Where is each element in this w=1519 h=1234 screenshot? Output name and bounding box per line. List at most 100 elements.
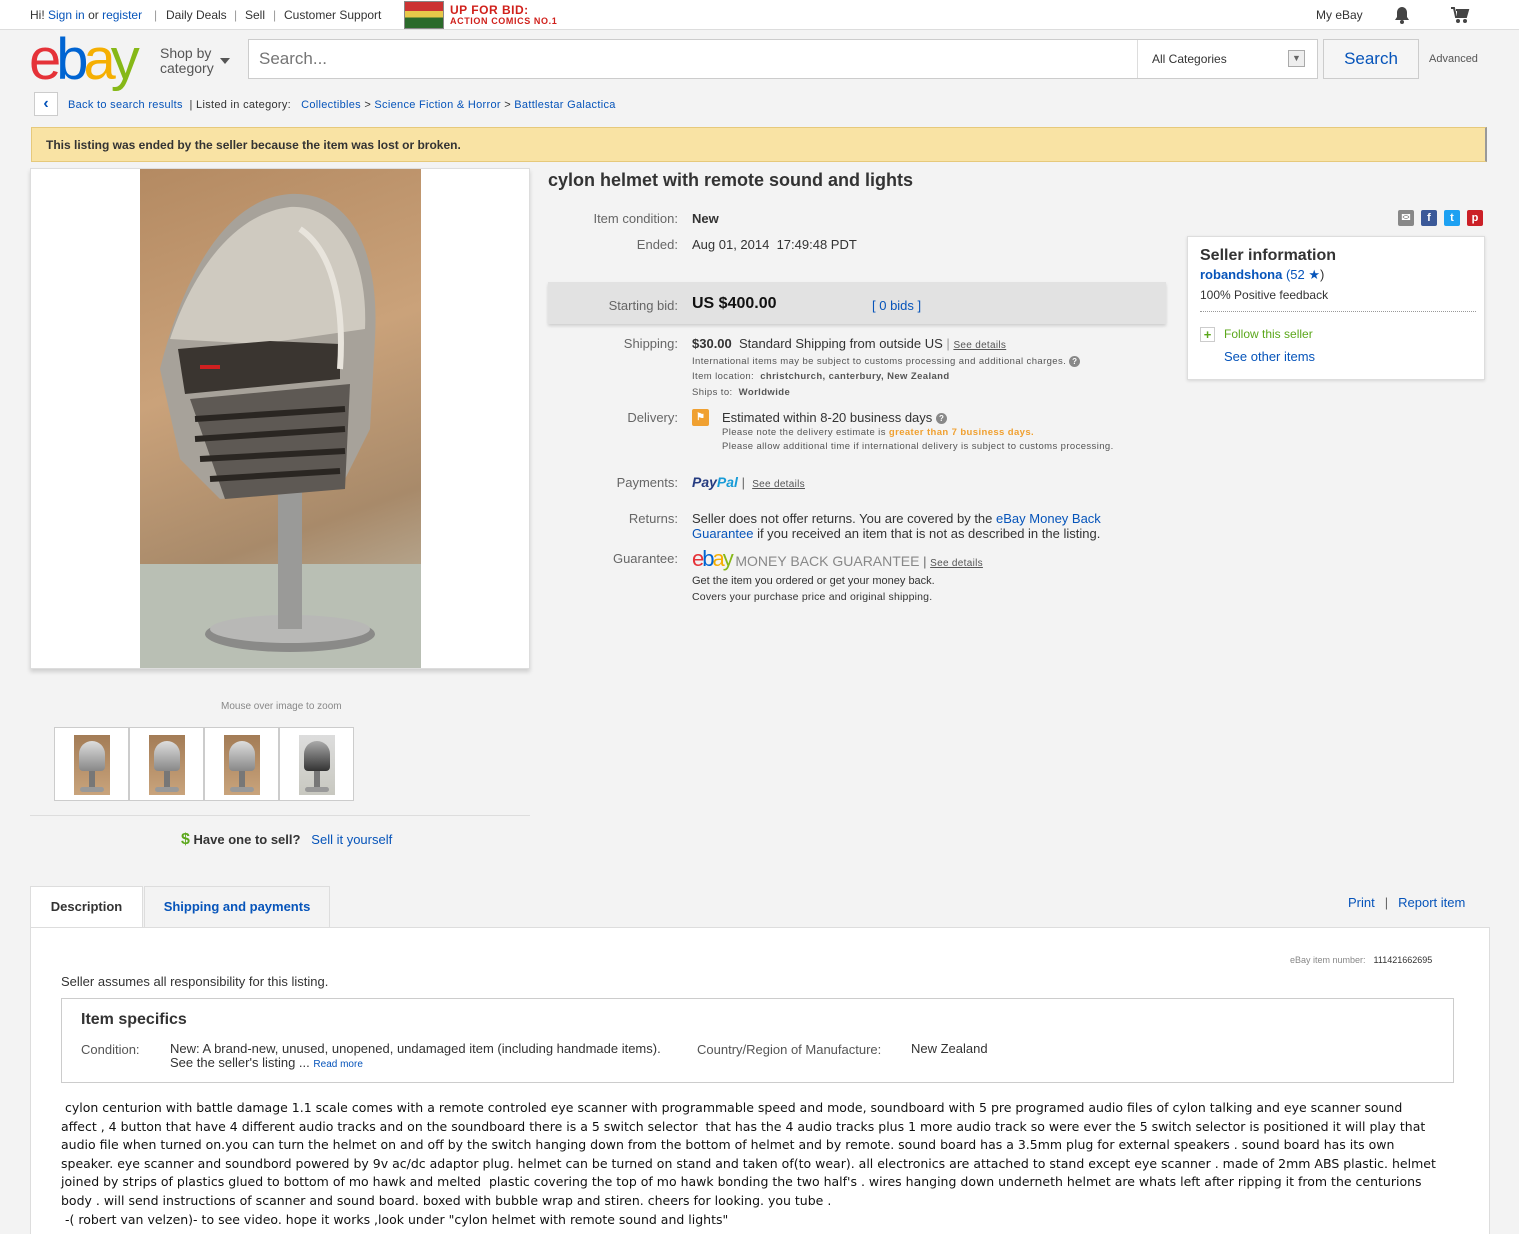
international-note: International items may be subject to cu… xyxy=(692,356,1081,367)
breadcrumb-collectibles[interactable]: Collectibles xyxy=(301,99,361,111)
search-button[interactable]: Search xyxy=(1323,39,1419,79)
help-icon[interactable]: ? xyxy=(935,413,947,425)
feedback-score-link[interactable]: (52 ★ xyxy=(1286,267,1320,282)
listing-ended-banner: This listing was ended by the seller bec… xyxy=(31,127,1487,162)
back-arrow-icon[interactable]: ‹ xyxy=(34,92,58,116)
greeting: Hi! Sign in or register xyxy=(30,8,143,22)
global-header-bar: Hi! Sign in or register | Daily Deals | … xyxy=(0,0,1519,30)
search-bar: All Categories▼ xyxy=(248,39,1318,79)
zoom-hint: Mouse over image to zoom xyxy=(221,701,342,712)
guarantee-line-2: Covers your purchase price and original … xyxy=(692,591,933,603)
item-specifics-title: Item specifics xyxy=(81,1011,187,1028)
ships-to: Ships to: Worldwide xyxy=(692,387,791,398)
starting-bid-value: US $400.00 xyxy=(692,295,777,312)
sell-it-yourself-link[interactable]: Sell it yourself xyxy=(311,832,392,847)
breadcrumb: Back to search results | Listed in categ… xyxy=(68,99,616,111)
print-link[interactable]: Print xyxy=(1348,895,1375,910)
returns-label: Returns: xyxy=(628,511,678,526)
thumbnail-3[interactable] xyxy=(204,727,279,801)
thumbnail-2[interactable] xyxy=(129,727,204,801)
twitter-icon[interactable]: t xyxy=(1444,210,1460,226)
item-title: cylon helmet with remote sound and light… xyxy=(548,170,914,190)
shipping-see-details-link[interactable]: See details xyxy=(953,340,1006,351)
help-icon[interactable]: ? xyxy=(1069,356,1081,367)
payments-label: Payments: xyxy=(616,475,678,490)
register-link[interactable]: register xyxy=(102,8,142,22)
advanced-search-link[interactable]: Advanced xyxy=(1429,53,1478,65)
thumbnail-4[interactable] xyxy=(279,727,354,801)
dollar-icon: $ xyxy=(181,831,190,848)
breadcrumb-scifi-horror[interactable]: Science Fiction & Horror xyxy=(374,99,500,111)
print-report-links: Print | Report item xyxy=(1348,895,1466,910)
divider xyxy=(30,815,530,816)
condition-value: New xyxy=(692,211,719,226)
plus-icon[interactable]: + xyxy=(1200,327,1215,342)
email-icon[interactable]: ✉ xyxy=(1398,210,1414,226)
returns-info: Seller does not offer returns. You are c… xyxy=(692,511,1101,541)
breadcrumb-battlestar-galactica[interactable]: Battlestar Galactica xyxy=(514,99,615,111)
facebook-icon[interactable]: f xyxy=(1421,210,1437,226)
bell-icon[interactable] xyxy=(1394,6,1410,24)
promo-banner[interactable]: UP FOR BID: ACTION COMICS NO.1 xyxy=(404,0,564,30)
positive-feedback: 100% Positive feedback xyxy=(1200,288,1329,302)
my-ebay-link[interactable]: My eBay xyxy=(1316,8,1363,22)
listed-in-label: | Listed in category: xyxy=(189,99,292,111)
guarantee-badge: ebay MONEY BACK GUARANTEE | See details xyxy=(692,546,983,571)
comic-cover-thumbnail xyxy=(404,1,444,29)
tab-description[interactable]: Description xyxy=(30,886,143,928)
payments-see-details-link[interactable]: See details xyxy=(752,479,805,490)
sign-in-link[interactable]: Sign in xyxy=(48,8,85,22)
breadcrumb-separator: > xyxy=(504,99,511,111)
star-icon: ★ xyxy=(1308,267,1321,282)
delivery-note-2: Please allow additional time if internat… xyxy=(722,441,1114,452)
bid-count-link[interactable]: [ 0 bids ] xyxy=(872,298,921,313)
pinterest-icon[interactable]: p xyxy=(1467,210,1483,226)
back-to-results-link[interactable]: Back to search results xyxy=(68,99,183,111)
thumbnail-1[interactable] xyxy=(54,727,129,801)
customer-support-link[interactable]: Customer Support xyxy=(284,8,381,22)
divider: | xyxy=(154,8,158,22)
cart-icon[interactable] xyxy=(1450,6,1470,24)
seller-heading: Seller information xyxy=(1200,247,1337,264)
ended-value: Aug 01, 2014 17:49:48 PDT xyxy=(692,237,857,252)
sell-link[interactable]: Sell xyxy=(245,8,265,22)
condition-label: Item condition: xyxy=(593,211,678,226)
starting-bid-label: Starting bid: xyxy=(608,298,678,313)
ended-label: Ended: xyxy=(636,237,678,252)
seller-responsibility: Seller assumes all responsibility for th… xyxy=(61,974,329,989)
guarantee-line-1: Get the item you ordered or get your mon… xyxy=(692,575,935,587)
ebay-logo[interactable]: ebay xyxy=(29,31,140,89)
promo-line-1: UP FOR BID: xyxy=(450,3,529,17)
main-image-panel[interactable] xyxy=(30,168,530,669)
breadcrumb-separator: > xyxy=(364,99,372,111)
guarantee-label: Guarantee: xyxy=(612,551,678,566)
search-input[interactable] xyxy=(249,40,1137,78)
follow-seller-link[interactable]: Follow this seller xyxy=(1224,327,1313,341)
category-select[interactable]: All Categories ▼ xyxy=(1137,40,1317,78)
main-product-photo[interactable] xyxy=(140,169,421,668)
divider: | xyxy=(234,8,238,22)
seller-name-link[interactable]: robandshona xyxy=(1200,267,1282,282)
shipping-info: $30.00 Standard Shipping from outside US… xyxy=(692,336,1007,351)
item-number: eBay item number: 111421662695 xyxy=(1290,955,1433,965)
item-specifics-box: Item specifics Condition: New: A brand-n… xyxy=(61,998,1454,1083)
paypal-logo: PayPal xyxy=(692,474,738,490)
read-more-link[interactable]: Read more xyxy=(313,1059,362,1070)
see-other-items-link[interactable]: See other items xyxy=(1224,349,1315,364)
condition-spec-value: New: A brand-new, unused, unopened, unda… xyxy=(170,1041,661,1071)
tab-shipping-payments[interactable]: Shipping and payments xyxy=(144,886,330,927)
shipping-label: Shipping: xyxy=(623,336,678,351)
shop-by-category-button[interactable]: Shop by category xyxy=(160,46,214,76)
ebay-mbg-logo: ebay xyxy=(692,546,734,571)
country-spec-value: New Zealand xyxy=(911,1041,988,1056)
report-item-link[interactable]: Report item xyxy=(1398,895,1465,910)
promo-line-2: ACTION COMICS NO.1 xyxy=(450,16,558,26)
chevron-down-icon: ▼ xyxy=(1288,50,1305,67)
guarantee-see-details-link[interactable]: See details xyxy=(930,558,983,569)
delivery-label: Delivery: xyxy=(627,410,678,425)
payments-info: PayPal | See details xyxy=(692,474,805,490)
daily-deals-link[interactable]: Daily Deals xyxy=(166,8,227,22)
caret-down-icon xyxy=(220,58,230,64)
item-description-text: cylon centurion with battle damage 1.1 s… xyxy=(61,1100,1436,1227)
seller-info-box: Seller information robandshona (52 ★) 10… xyxy=(1187,236,1485,380)
